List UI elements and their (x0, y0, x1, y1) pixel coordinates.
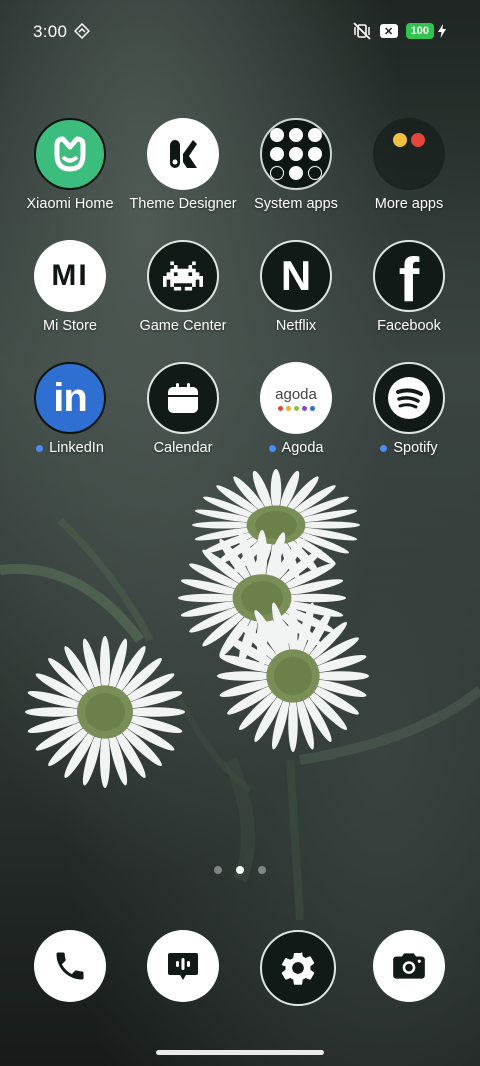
app-linkedin[interactable]: in LinkedIn (14, 362, 126, 456)
facebook-logo-text: f (398, 246, 420, 312)
status-bar: 3:00 ✕ 100 (0, 0, 480, 62)
app-label: Calendar (153, 440, 213, 456)
app-label: More apps (374, 196, 444, 212)
app-label: Netflix (275, 318, 317, 334)
dock-phone-button[interactable] (34, 930, 106, 1002)
location-diamond-icon (74, 23, 90, 39)
mini-app-icon (270, 147, 284, 161)
mini-app-icon (308, 166, 322, 180)
close-badge-icon: ✕ (379, 24, 398, 38)
app-netflix[interactable]: N Netflix (240, 240, 352, 334)
messages-icon (168, 953, 198, 980)
page-dot[interactable] (214, 866, 222, 874)
new-install-dot-icon (268, 444, 276, 452)
mi-logo-text: MI (51, 259, 89, 292)
mini-app-icon (411, 133, 425, 147)
app-agoda[interactable]: agoda Agoda (240, 362, 352, 456)
dock-camera-button[interactable] (373, 930, 445, 1002)
gesture-home-bar[interactable] (156, 1050, 324, 1055)
calendar-icon (147, 362, 219, 434)
page-dot[interactable] (258, 866, 266, 874)
spotify-icon (373, 362, 445, 434)
page-dot-current[interactable] (236, 866, 244, 874)
mini-app-icon (270, 166, 284, 180)
app-label: Theme Designer (129, 196, 237, 212)
new-install-dot-icon (36, 444, 44, 452)
status-time: 3:00 (33, 22, 68, 41)
app-calendar[interactable]: Calendar (127, 362, 239, 456)
folder-more-apps[interactable]: More apps (353, 118, 465, 212)
netflix-logo-text: N (280, 252, 312, 299)
app-mi-store[interactable]: MI Mi Store (14, 240, 126, 334)
status-icons: ✕ 100 (352, 22, 446, 40)
vibrate-off-icon (353, 22, 371, 40)
dock-settings-button[interactable] (260, 930, 336, 1006)
xiaomi-home-icon (34, 118, 106, 190)
agoda-icon: agoda (260, 362, 332, 434)
mini-app-icon (289, 147, 303, 161)
app-label: Facebook (377, 318, 441, 334)
app-label: Game Center (139, 318, 227, 334)
dock-messages-button[interactable] (147, 930, 219, 1002)
app-label: Mi Store (43, 318, 97, 334)
app-game-center[interactable]: Game Center (127, 240, 239, 334)
app-label: Xiaomi Home (26, 196, 114, 212)
camera-icon (393, 953, 425, 979)
mini-app-icon (393, 133, 407, 147)
charging-bolt-icon (438, 24, 446, 38)
app-spotify[interactable]: Spotify (353, 362, 465, 456)
linkedin-icon: in (34, 362, 106, 434)
mini-app-icon (308, 147, 322, 161)
app-label: Spotify (353, 440, 465, 456)
theme-designer-icon (147, 118, 219, 190)
page-indicator[interactable] (0, 866, 480, 874)
mini-app-icon (289, 128, 303, 142)
folder-system-apps[interactable]: System apps (240, 118, 352, 212)
app-label: Agoda (240, 440, 352, 456)
space-invader-icon (147, 240, 219, 312)
battery-indicator: 100 (405, 23, 434, 39)
folder-icon (260, 118, 332, 190)
mini-app-icon (289, 166, 303, 180)
mini-app-icon (308, 128, 322, 142)
folder-icon (373, 118, 445, 190)
app-facebook[interactable]: f Facebook (353, 240, 465, 334)
new-install-dot-icon (380, 444, 388, 452)
app-label: System apps (254, 196, 338, 212)
facebook-f-icon: f (373, 240, 445, 312)
app-label: LinkedIn (14, 440, 126, 456)
agoda-logo-text: agoda (275, 385, 317, 403)
linkedin-logo-text: in (53, 375, 88, 420)
app-xiaomi-home[interactable]: Xiaomi Home (14, 118, 126, 212)
phone-icon (56, 952, 84, 980)
mi-logo-icon: MI (34, 240, 106, 312)
app-theme-designer[interactable]: Theme Designer (127, 118, 239, 212)
settings-icon (281, 952, 315, 985)
netflix-n-icon: N (260, 240, 332, 312)
mini-app-icon (270, 128, 284, 142)
